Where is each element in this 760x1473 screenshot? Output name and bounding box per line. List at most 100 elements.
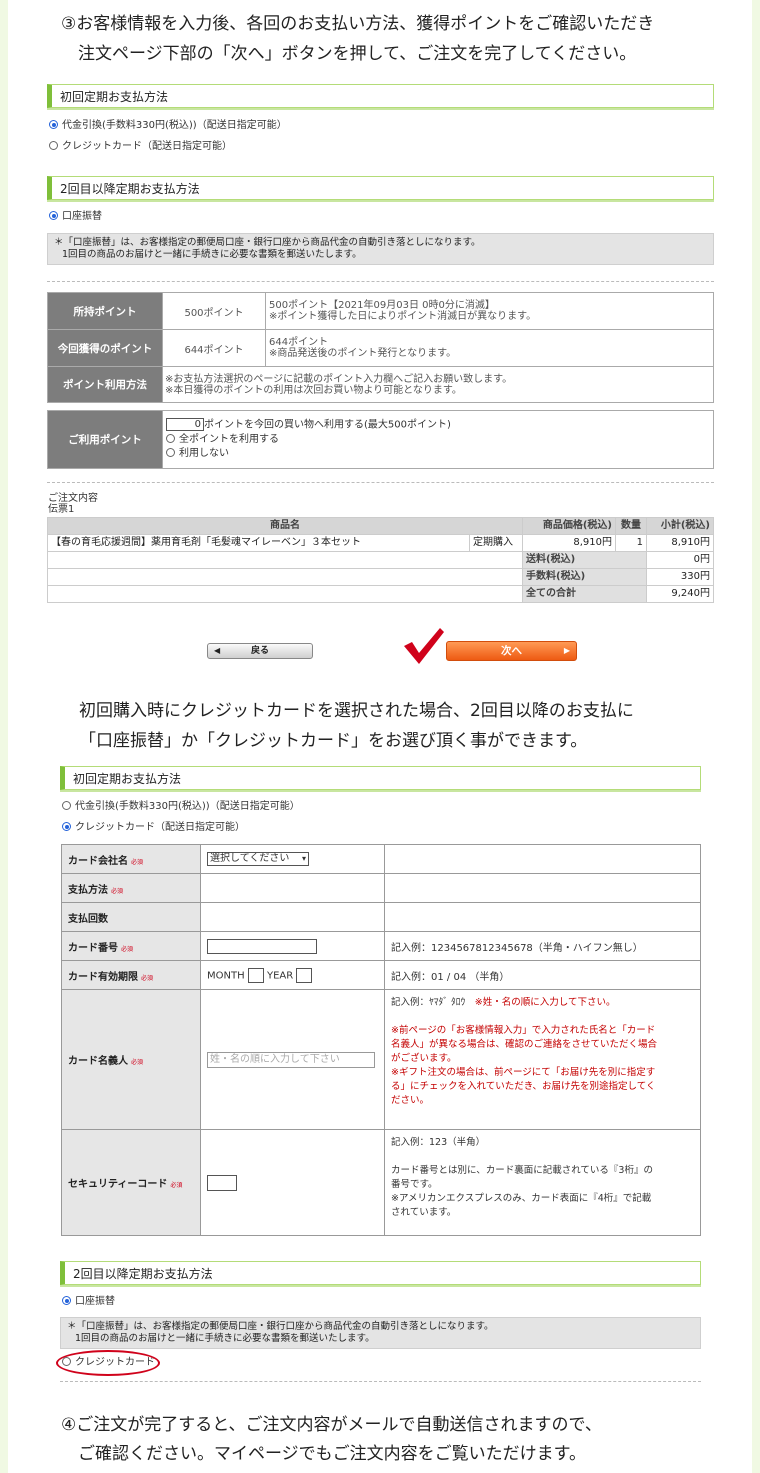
holder-note: る」にチェックを入れていただき、お届け先を別途指定してく xyxy=(391,1081,656,1092)
order-heading-text: ご注文内容 xyxy=(48,493,98,504)
second-payment-title: 2回目以降定期お支払方法 xyxy=(47,176,714,200)
use-all-option[interactable]: 全ポイントを利用する xyxy=(166,433,712,447)
option-label: 代金引換(手数料330円(税込))（配送日指定可能） xyxy=(75,801,300,812)
radio-empty-icon[interactable] xyxy=(62,801,71,810)
points-desc-earned: 644ポイント ※商品発送後のポイント発行となります。 xyxy=(265,329,714,367)
first-payment-option-cod[interactable]: 代金引換(手数料330円(税込))（配送日指定可能） xyxy=(49,119,287,133)
year-input[interactable] xyxy=(296,967,313,983)
security-code-cell xyxy=(200,1129,385,1236)
use-points-label: ご利用ポイント xyxy=(47,410,163,469)
holder-note: 名義人」が異なる場合は、確認のご連絡をさせていただく場合 xyxy=(391,1039,658,1050)
next-button[interactable]: 次へ ▶ xyxy=(446,641,577,661)
holder-note: がございます。 xyxy=(391,1053,457,1064)
use-points-input[interactable]: 0 xyxy=(166,418,204,432)
holder-example: 記入例：ﾔﾏﾀﾞ ﾀﾛｳ xyxy=(391,997,466,1008)
total-value: 9,240円 xyxy=(646,585,714,603)
option-label: クレジットカード（配送日指定可能） xyxy=(62,141,232,152)
card-holder-input[interactable]: 姓・名の順に入力して下さい xyxy=(207,1051,375,1068)
highlight-circle xyxy=(56,1350,160,1376)
radio-empty-icon[interactable] xyxy=(166,447,175,457)
sec-note: ※アメリカンエクスプレスのみ、カード表面に『4桁』で記載 xyxy=(391,1193,652,1204)
blank-cell xyxy=(200,873,385,903)
second-payment-option-transfer[interactable]: 口座振替 xyxy=(49,210,102,224)
card-holder-cell: 姓・名の順に入力して下さい xyxy=(200,989,385,1130)
label-text: セキュリティーコード xyxy=(68,1179,168,1190)
fee-label: 手数料(税込) xyxy=(522,568,647,586)
required-mark: 必須 xyxy=(141,974,154,982)
holder-note: ※前ページの「お客様情報入力」で入力された氏名と「カード xyxy=(391,1025,656,1036)
card-number-example: 記入例：1234567812345678（半角・ハイフン無し） xyxy=(384,931,701,961)
mid-line-1: 初回購入時にクレジットカードを選択された場合、2回目以降のお支払に xyxy=(79,701,634,721)
divider xyxy=(60,1381,701,1382)
option-label: 代金引換(手数料330円(税込))（配送日指定可能） xyxy=(62,120,287,131)
item-sub: 8,910円 xyxy=(646,534,714,552)
first-payment-option-cod-b[interactable]: 代金引換(手数料330円(税込))（配送日指定可能） xyxy=(62,800,300,814)
sec-note: 番号です。 xyxy=(391,1179,438,1190)
col-sub: 小計(税込) xyxy=(646,517,714,535)
points-label-earned: 今回獲得のポイント xyxy=(47,329,163,367)
holder-note: ださい。 xyxy=(391,1095,430,1106)
security-code-input[interactable] xyxy=(207,1174,237,1191)
security-code-notes: 記入例：123（半角） カード番号とは別に、カード裏面に記載されている『3桁』の… xyxy=(384,1129,701,1236)
required-mark: 必須 xyxy=(121,945,134,953)
second-payment-title-b: 2回目以降定期お支払方法 xyxy=(60,1261,701,1285)
card-company-select[interactable]: 選択してください ▾ xyxy=(207,852,309,866)
back-button[interactable]: ◀ 戻る xyxy=(207,643,313,659)
chevron-down-icon: ▾ xyxy=(301,854,306,863)
intro-line-2: 注文ページ下部の「次へ」ボタンを押して、ご注文を完了してください。 xyxy=(78,44,637,64)
order-table: 商品名 商品価格(税込) 数量 小計(税込) 【春の育毛応援週間】薬用育毛剤「毛… xyxy=(47,517,714,603)
year-label: YEAR xyxy=(266,970,294,981)
month-input[interactable] xyxy=(247,967,264,983)
radio-selected-icon[interactable] xyxy=(62,822,71,831)
payment-count-label: 支払回数 xyxy=(61,902,201,932)
use-none-option[interactable]: 利用しない xyxy=(166,447,712,461)
transfer-note-b: ＊「口座振替」は、お客様指定の郵便局口座・銀行口座から商品代金の自動引き落としに… xyxy=(60,1317,701,1349)
desc-line: 500ポイント【2021年09月03日 0時0分に消滅】 xyxy=(269,300,495,311)
option-label: 口座振替 xyxy=(75,1296,115,1307)
first-payment-option-credit-b[interactable]: クレジットカード（配送日指定可能） xyxy=(62,821,245,835)
radio-empty-icon[interactable] xyxy=(166,433,175,443)
card-number-label: カード番号 必須 xyxy=(61,931,201,961)
first-payment-option-credit[interactable]: クレジットカード（配送日指定可能） xyxy=(49,140,232,154)
required-mark: 必須 xyxy=(111,887,124,895)
radio-selected-icon[interactable] xyxy=(49,120,58,129)
note-line: 1回目の商品のお届けと一緒に手続きに必要な書類を郵送いたします。 xyxy=(62,249,362,260)
blank-cell xyxy=(47,568,523,586)
triangle-right-icon: ▶ xyxy=(563,646,570,655)
back-label: 戻る xyxy=(250,646,269,656)
radio-selected-icon[interactable] xyxy=(49,211,58,220)
points-label-usage: ポイント利用方法 xyxy=(47,366,163,403)
card-expiry-example: 記入例：01 / 04 （半角） xyxy=(384,960,701,990)
desc-line: 644ポイント xyxy=(269,337,329,348)
second-payment-option-transfer-b[interactable]: 口座振替 xyxy=(62,1295,115,1309)
mid-line-2: 「口座振替」か「クレジットカード」をお選び頂く事ができます。 xyxy=(79,731,588,751)
blank-cell xyxy=(47,585,523,603)
order-slip: 伝票1 xyxy=(48,504,75,515)
holder-warn: ※姓・名の順に入力して下さい。 xyxy=(474,997,616,1008)
note-line: ＊「口座振替」は、お客様指定の郵便局口座・銀行口座から商品代金の自動引き落としに… xyxy=(67,1321,494,1332)
radio-empty-icon[interactable] xyxy=(49,141,58,150)
use-points-options: 0 ポイントを今回の買い物へ利用する(最大500ポイント) 全ポイントを利用する … xyxy=(162,410,714,469)
note-line: 1回目の商品のお届けと一緒に手続きに必要な書類を郵送いたします。 xyxy=(75,1333,375,1344)
security-code-label: セキュリティーコード 必須 xyxy=(61,1129,201,1236)
card-number-cell xyxy=(200,931,385,961)
holder-note: ※ギフト注文の場合は、前ページにて「お届け先を別に指定す xyxy=(391,1067,656,1078)
select-value: 選択してください xyxy=(210,853,290,864)
first-payment-title-b: 初回定期お支払方法 xyxy=(60,766,701,790)
next-label: 次へ xyxy=(501,645,522,657)
month-label: MONTH xyxy=(207,970,245,981)
note-line: ＊「口座振替」は、お客様指定の郵便局口座・銀行口座から商品代金の自動引き落としに… xyxy=(54,237,481,248)
option-label: 利用しない xyxy=(179,447,229,459)
option-label: 口座振替 xyxy=(62,211,102,222)
points-value-owned: 500ポイント xyxy=(162,292,266,330)
radio-selected-icon[interactable] xyxy=(62,1296,71,1305)
shipping-value: 0円 xyxy=(646,551,714,569)
label-text: カード有効期限 xyxy=(68,971,138,983)
payment-method-label: 支払方法 必須 xyxy=(61,873,201,903)
shipping-label: 送料(税込) xyxy=(522,551,647,569)
use-points-table: ご利用ポイント 0 ポイントを今回の買い物へ利用する(最大500ポイント) 全ポイ… xyxy=(47,410,714,469)
blank-cell xyxy=(47,551,523,569)
sec-note: カード番号とは別に、カード裏面に記載されている『3桁』の xyxy=(391,1165,653,1176)
col-price: 商品価格(税込) xyxy=(522,517,616,535)
card-number-input[interactable] xyxy=(207,938,317,954)
